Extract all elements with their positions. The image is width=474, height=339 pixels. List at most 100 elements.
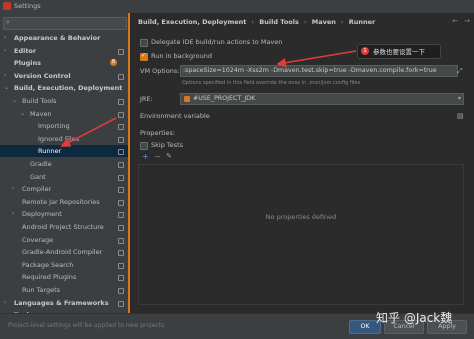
edit-property-icon[interactable]: ✎ [166,152,172,160]
sidebar-item-label: Gant [30,172,46,181]
chevron-down-icon[interactable]: ⌄ [20,108,25,120]
sidebar-item-remote-jar-repositories[interactable]: Remote Jar Repositories [0,196,128,208]
project-level-icon [118,300,124,307]
breadcrumb: Build, Execution, Deployment › Build Tool… [138,18,376,26]
chevron-right-icon[interactable]: › [4,32,6,44]
sidebar-item-compiler[interactable]: › Compiler [0,183,128,195]
chevron-right-icon[interactable]: › [12,183,14,195]
forward-arrow-icon[interactable]: → [464,17,470,25]
empty-properties-message: No properties defined [265,213,337,221]
sidebar-item-label: Run Targets [22,286,61,294]
sidebar-item-version-control[interactable]: › Version Control [0,70,128,82]
jre-label: JRE: [140,95,153,103]
sidebar-item-label: Editor [14,46,37,55]
breadcrumb-item[interactable]: Maven [312,18,336,26]
watermark: 知乎 @Jack魏 [376,311,453,325]
sidebar-item-maven[interactable]: ⌄ Maven [0,108,128,120]
breadcrumb-item[interactable]: Build, Execution, Deployment [138,18,246,26]
project-settings-info: Project-level settings will be applied t… [8,322,165,329]
sidebar-item-label: Build Tools [22,97,57,105]
title-bar: Settings [0,0,474,14]
project-level-icon [118,262,124,269]
jdk-icon [184,96,190,102]
chevron-right-icon[interactable]: › [4,297,6,309]
sidebar-item-label: Deployment [22,210,62,219]
environment-variables-label: Environment variables: [140,112,216,120]
sidebar-item-label: Remote Jar Repositories [22,197,100,206]
chevron-right-icon[interactable]: › [4,45,6,57]
delegate-checkbox[interactable] [140,39,148,47]
sidebar-item-label: Package Search [22,260,74,269]
sidebar-item-label: Ignored Files [38,134,80,143]
project-level-icon [118,136,124,143]
sidebar-item-editor[interactable]: › Editor [0,45,128,57]
sidebar-item-gradle-android-compiler[interactable]: Gradle-Android Compiler [0,246,128,258]
breadcrumb-item[interactable]: Build Tools [259,18,299,26]
add-property-icon[interactable]: + [142,152,149,161]
skip-tests-label: Skip Tests [151,141,184,149]
vm-options-field[interactable]: :spaceSize=1024m -Xss2m -Dmaven.test.ski… [180,65,458,77]
settings-sidebar: ⌕ › Appearance & Behavior › Editor Plugins 8 ›… [0,13,129,338]
sidebar-item-ignored-files[interactable]: Ignored Files [0,133,128,145]
sidebar-item-label: Compiler [22,185,52,194]
annotation-text: 参数也要设置一下 [373,48,425,56]
chevron-down-icon[interactable]: ⌄ [4,82,9,94]
project-level-icon [118,73,124,80]
sidebar-item-label: Required Plugins [22,273,77,282]
sidebar-item-label: Build, Execution, Deployment [14,84,123,93]
sidebar-item-appearance-behavior[interactable]: › Appearance & Behavior [0,32,128,44]
sidebar-item-label: Importing [38,122,70,131]
sidebar-item-label: Android Project Structure [22,223,104,231]
settings-search-input[interactable]: ⌕ [3,17,127,30]
app-icon [3,2,11,10]
sidebar-item-gradle[interactable]: Gradle [0,158,128,170]
sidebar-item-build-tools[interactable]: ⌄ Build Tools [0,95,128,107]
project-level-icon [118,48,124,55]
expand-field-icon[interactable]: ⤢ [457,67,463,76]
history-nav: ← → [446,17,470,25]
sidebar-item-label: Plugins [14,59,41,68]
edit-env-icon[interactable]: ▤ [457,112,464,120]
properties-table[interactable]: No properties defined [138,164,464,305]
sidebar-item-required-plugins[interactable]: Required Plugins [0,271,128,283]
chevron-right-icon[interactable]: › [4,70,6,82]
sidebar-item-label: Runner [38,147,62,156]
project-level-icon [118,237,124,244]
run-in-background-checkbox[interactable] [140,52,148,61]
skip-tests-checkbox[interactable] [140,142,148,150]
sidebar-item-languages-frameworks[interactable]: › Languages & Frameworks [0,297,128,309]
sidebar-item-label: Maven [30,109,52,118]
jre-value: #USE_PROJECT_JDK [193,95,256,102]
update-count-badge: 8 [110,59,117,67]
project-level-icon [118,288,124,294]
sidebar-item-deployment[interactable]: › Deployment [0,208,128,220]
vm-options-hint: Options specified in this field override… [182,80,361,86]
sidebar-item-run-targets[interactable]: Run Targets [0,284,128,296]
sidebar-item-label: Languages & Frameworks [14,298,109,307]
sidebar-item-android-project-structure[interactable]: Android Project Structure [0,221,128,233]
project-level-icon [118,124,124,131]
annotation-callout: 1 参数也要设置一下 [357,44,441,59]
project-level-icon [118,199,124,206]
environment-variables-field[interactable] [210,110,458,122]
remove-property-icon[interactable]: − [154,152,161,161]
project-level-icon [118,225,124,231]
project-level-icon [118,162,124,168]
project-level-icon [118,250,124,257]
project-level-icon [118,149,124,156]
project-level-icon [118,275,124,282]
back-arrow-icon[interactable]: ← [452,17,458,25]
sidebar-item-gant[interactable]: Gant [0,171,128,183]
sidebar-item-plugins[interactable]: Plugins 8 [0,57,128,69]
sidebar-item-runner[interactable]: Runner [0,145,128,158]
jre-select[interactable]: #USE_PROJECT_JDK ▾ [180,93,464,105]
sidebar-item-label: Appearance & Behavior [14,34,101,42]
chevron-right-icon[interactable]: › [12,208,14,220]
window-title: Settings [14,2,41,10]
sidebar-item-coverage[interactable]: Coverage [0,234,128,246]
chevron-down-icon[interactable]: ⌄ [12,95,17,107]
sidebar-item-label: Version Control [14,71,71,80]
sidebar-item-package-search[interactable]: Package Search [0,259,128,271]
sidebar-item-importing[interactable]: Importing [0,120,128,132]
sidebar-item-build-execution-deployment[interactable]: ⌄ Build, Execution, Deployment [0,82,128,94]
